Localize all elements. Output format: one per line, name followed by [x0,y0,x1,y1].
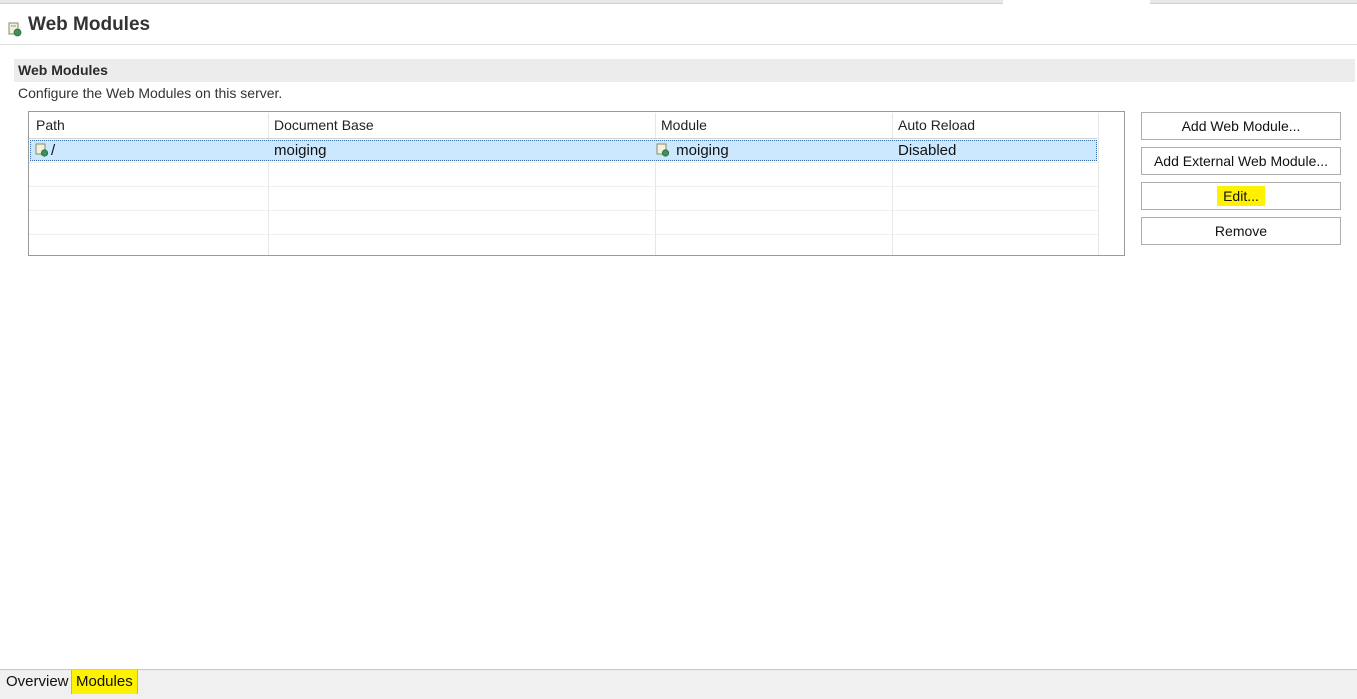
cell-path-text: / [51,142,56,159]
column-divider [1098,113,1099,255]
web-module-icon [8,22,22,37]
add-web-module-button[interactable]: Add Web Module... [1141,112,1341,140]
section-title: Web Modules [18,62,108,78]
page-header: Web Modules [0,10,1357,45]
editor-tab-strip [0,0,1357,4]
edit-button-label: Edit... [1217,186,1265,206]
cell-module-text: moiging [676,142,729,159]
edit-button[interactable]: Edit... [1141,182,1341,210]
header-divider [29,138,1098,139]
cell-auto-reload[interactable]: Disabled [898,141,956,161]
column-header-path[interactable]: Path [29,112,65,138]
row-divider [29,234,1098,235]
cell-module[interactable]: moiging [656,141,729,161]
editor-tab-strip-left [0,0,1003,4]
page-title: Web Modules [28,14,151,35]
cell-path[interactable]: / [35,141,55,161]
web-module-icon [35,143,49,157]
web-module-icon [656,143,670,157]
tab-modules[interactable]: Modules [71,670,138,694]
tab-overview[interactable]: Overview [2,670,73,694]
column-header-module[interactable]: Module [654,112,707,138]
section-description: Configure the Web Modules on this server… [18,85,283,101]
editor-tab-strip-right [1150,0,1357,4]
editor-page-tabs: Overview Modules [0,669,1357,699]
column-header-document-base[interactable]: Document Base [267,112,374,138]
row-divider [29,186,1098,187]
row-divider [29,162,1098,163]
web-modules-table[interactable]: Path Document Base Module Auto Reload / … [28,111,1125,256]
remove-button[interactable]: Remove [1141,217,1341,245]
column-header-auto-reload[interactable]: Auto Reload [891,112,975,138]
add-external-web-module-button[interactable]: Add External Web Module... [1141,147,1341,175]
cell-document-base[interactable]: moiging [274,141,327,161]
section-header: Web Modules [14,59,1355,82]
row-divider [29,210,1098,211]
